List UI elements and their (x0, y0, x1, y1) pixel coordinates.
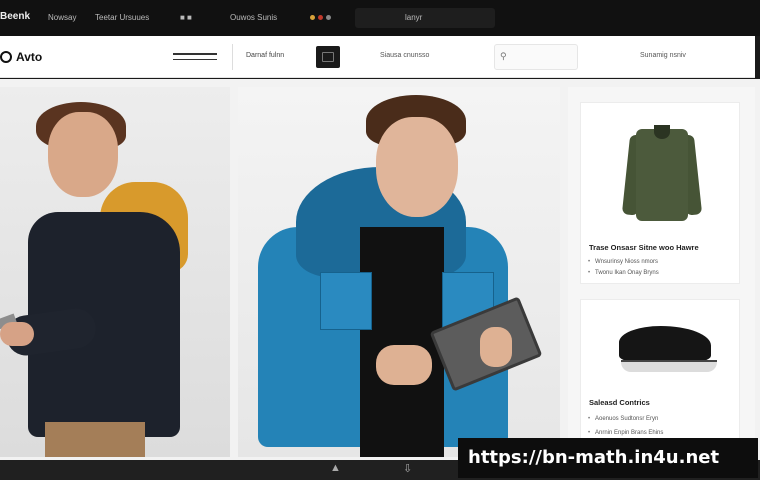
logo-text: Avto (16, 50, 43, 64)
menu-icon[interactable] (173, 53, 217, 61)
product-card-sneaker[interactable]: Saleasd Contrics Aoenuos Sudtonsr Eryn A… (580, 299, 740, 449)
header-search-input[interactable]: ⚲ (494, 44, 578, 70)
site-logo[interactable]: Avto (0, 50, 42, 64)
header-nav-label[interactable]: Darnaf fulnn (246, 52, 284, 59)
hero-image-left[interactable] (0, 87, 230, 457)
download-icon[interactable]: ⇩ (403, 462, 412, 475)
topbar-brand[interactable]: Beenk (0, 11, 30, 22)
product-detail: Wnsurinsy Nioss nmors (588, 259, 658, 265)
product-title[interactable]: Saleasd Contrics (589, 398, 650, 407)
product-detail: Anrnin Enpin Brans Ehins (588, 430, 663, 436)
image-thumbnail-icon[interactable] (316, 46, 340, 68)
search-icon: ⚲ (500, 51, 507, 61)
topbar-link-1[interactable]: Nowsay (48, 13, 76, 22)
product-detail: Aoenuos Sudtonsr Eryn (588, 416, 658, 422)
logo-icon (0, 51, 12, 63)
header-divider (232, 44, 233, 70)
hero-image-center[interactable] (238, 87, 560, 457)
topbar-link-3[interactable]: Ouwos Sunis (230, 13, 277, 22)
product-sidebar: Trase Onsasr Sitne woo Hawre Wnsurinsy N… (568, 87, 755, 457)
sneaker-product-image (619, 322, 719, 382)
watermark-url: https://bn-math.in4u.net (458, 438, 758, 478)
product-title[interactable]: Trase Onsasr Sitne woo Hawre (589, 243, 699, 252)
header-right-link[interactable]: Sunamig nsniv (640, 52, 686, 59)
topbar-status-dots (310, 15, 331, 20)
product-detail: Twonu Ikan Onay Bryns (588, 270, 659, 276)
topbar-right-label[interactable]: lanyr (405, 13, 422, 22)
top-navigation-bar: Beenk Nowsay Teetar Ursuues ■ ■ Ouwos Su… (0, 0, 760, 36)
image-icon[interactable]: ▲ (330, 462, 341, 474)
main-content: Trase Onsasr Sitne woo Hawre Wnsurinsy N… (0, 79, 760, 460)
topbar-link-2[interactable]: Teetar Ursuues (95, 13, 149, 22)
header-link[interactable]: Siausa cnunsso (380, 52, 429, 59)
topbar-search-box[interactable] (355, 8, 495, 28)
product-card-jacket[interactable]: Trase Onsasr Sitne woo Hawre Wnsurinsy N… (580, 102, 740, 284)
topbar-icon-group[interactable]: ■ ■ (180, 13, 192, 22)
site-header: Avto Darnaf fulnn Siausa cnunsso ⚲ Sunam… (0, 36, 755, 78)
jacket-product-image (621, 121, 703, 221)
